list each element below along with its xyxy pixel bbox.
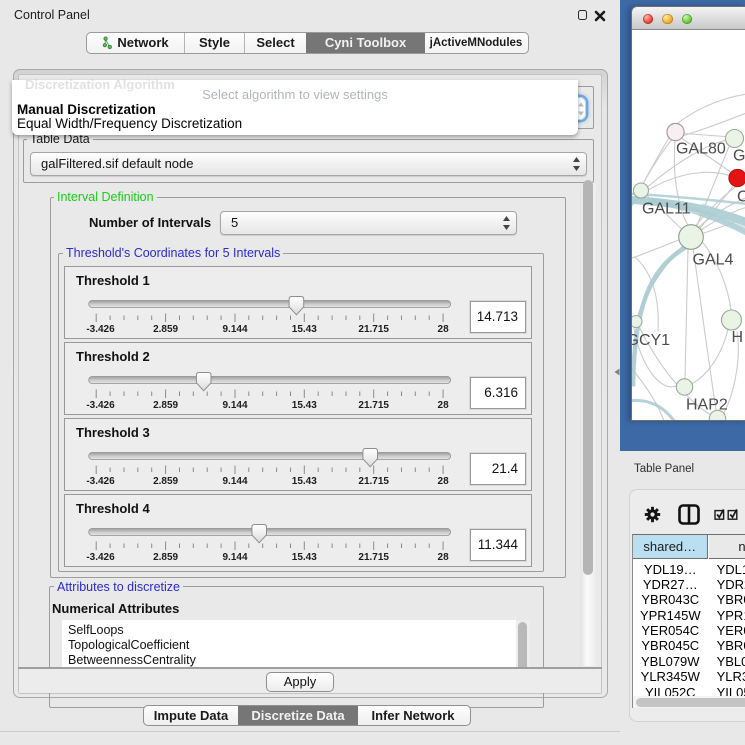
svg-text:GAL80: GAL80 — [676, 140, 726, 157]
svg-text:2.859: 2.859 — [153, 476, 178, 487]
svg-text:GCY1: GCY1 — [632, 332, 670, 349]
svg-text:9.144: 9.144 — [222, 476, 247, 487]
svg-text:H: H — [732, 329, 744, 346]
svg-text:21.715: 21.715 — [358, 552, 389, 563]
svg-text:-3.426: -3.426 — [86, 324, 115, 335]
svg-text:9.144: 9.144 — [222, 552, 247, 563]
svg-text:-3.426: -3.426 — [86, 552, 115, 563]
svg-text:-3.426: -3.426 — [86, 400, 115, 411]
svg-text:15.43: 15.43 — [292, 476, 317, 487]
svg-text:21.715: 21.715 — [358, 400, 389, 411]
svg-text:2.859: 2.859 — [153, 552, 178, 563]
svg-text:28: 28 — [438, 400, 450, 411]
svg-text:GAL4: GAL4 — [693, 251, 734, 268]
svg-text:21.715: 21.715 — [358, 324, 389, 335]
svg-text:15.43: 15.43 — [292, 552, 317, 563]
svg-text:2.859: 2.859 — [153, 400, 178, 411]
svg-text:HAP2: HAP2 — [686, 396, 728, 413]
svg-text:GA: GA — [733, 147, 745, 164]
svg-text:15.43: 15.43 — [292, 324, 317, 335]
svg-text:15.43: 15.43 — [292, 400, 317, 411]
svg-text:CD: CD — [737, 188, 745, 205]
svg-text:9.144: 9.144 — [222, 400, 247, 411]
svg-text:28: 28 — [438, 552, 450, 563]
svg-text:2.859: 2.859 — [153, 324, 178, 335]
svg-text:9.144: 9.144 — [222, 324, 247, 335]
svg-text:GAL11: GAL11 — [642, 200, 691, 217]
svg-text:-3.426: -3.426 — [86, 476, 115, 487]
svg-text:28: 28 — [438, 476, 450, 487]
svg-text:21.715: 21.715 — [358, 476, 389, 487]
svg-text:28: 28 — [438, 324, 450, 335]
